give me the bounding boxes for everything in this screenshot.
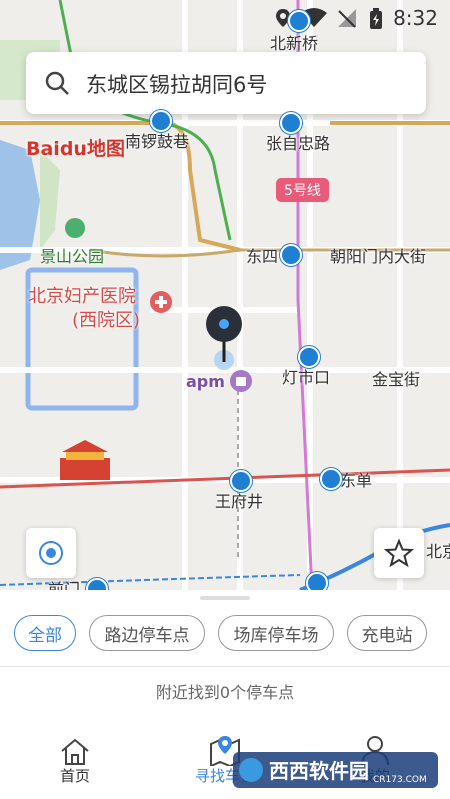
map-label-chaoyangmen: 朝阳门内大街 — [330, 247, 427, 266]
search-address[interactable]: 东城区锡拉胡同6号 — [86, 69, 267, 99]
sheet-drag-handle[interactable] — [200, 596, 250, 600]
map-label-beijing-edge: 北京 — [426, 542, 450, 561]
watermark-logo-icon: 西西软件园 CR173.COM — [233, 752, 438, 788]
clock: 8:32 — [393, 6, 438, 30]
search-icon — [45, 71, 69, 95]
chip-garage[interactable]: 场库停车场 — [218, 615, 334, 651]
map-label-dongsi: 东四 — [246, 247, 279, 266]
metro-station-icon — [298, 346, 320, 368]
metro-station-icon — [288, 10, 310, 32]
baidu-map-logo: Baidu地图 — [26, 138, 125, 160]
home-icon — [61, 738, 89, 765]
chip-all[interactable]: 全部 — [14, 615, 76, 651]
metro-station-icon — [306, 572, 328, 590]
metro-station-icon — [280, 244, 302, 266]
map-label-dongdan: 东单 — [340, 471, 373, 490]
locate-me-button[interactable] — [26, 528, 76, 578]
metro-station-icon — [320, 468, 342, 490]
search-bar[interactable]: 东城区锡拉胡同6号 — [26, 52, 426, 114]
favorite-button[interactable] — [374, 528, 424, 578]
map-label-jingshan: 景山公园 — [40, 247, 105, 266]
map-label-hospital: 北京妇产医院 — [28, 286, 136, 307]
watermark: 西西软件园 CR173.COM — [233, 752, 438, 788]
svg-text:西西软件园: 西西软件园 — [269, 759, 369, 783]
status-bar: 8:32 — [0, 0, 450, 38]
metro-station-icon — [280, 112, 302, 134]
map-label-qianmen: 前门 — [48, 580, 81, 590]
svg-text:CR173.COM: CR173.COM — [373, 775, 427, 785]
result-count: 附近找到0个停车点 — [155, 683, 295, 702]
tab-home[interactable]: 首页 — [25, 732, 125, 792]
star-icon — [383, 538, 415, 568]
map-label-zhangzizhonglu: 张自忠路 — [266, 134, 331, 153]
map-label-apm: apm — [186, 372, 225, 391]
divider — [0, 666, 450, 667]
map-label-hospital-branch: (西院区) — [72, 310, 141, 331]
tab-home-label: 首页 — [59, 767, 90, 785]
filter-chips: 全部 路边停车点 场库停车场 充电站 — [0, 615, 450, 653]
chip-charging[interactable]: 充电站 — [347, 615, 427, 651]
map-label-nanluoguxiang: 南锣鼓巷 — [125, 132, 190, 151]
chip-roadside[interactable]: 路边停车点 — [89, 615, 205, 651]
metro-station-icon — [230, 470, 252, 492]
line5-badge: 5号线 — [276, 178, 329, 202]
map-label-beixinqiao: 北新桥 — [270, 34, 319, 53]
metro-station-icon — [150, 110, 172, 132]
tiananmen-icon — [60, 440, 110, 480]
map-label-jinbaojie: 金宝街 — [372, 370, 421, 389]
map-view[interactable]: 8:32 东城区锡拉胡同6号 Baidu地图 北新桥 南锣鼓巷 张自忠路 5号线… — [0, 0, 450, 590]
